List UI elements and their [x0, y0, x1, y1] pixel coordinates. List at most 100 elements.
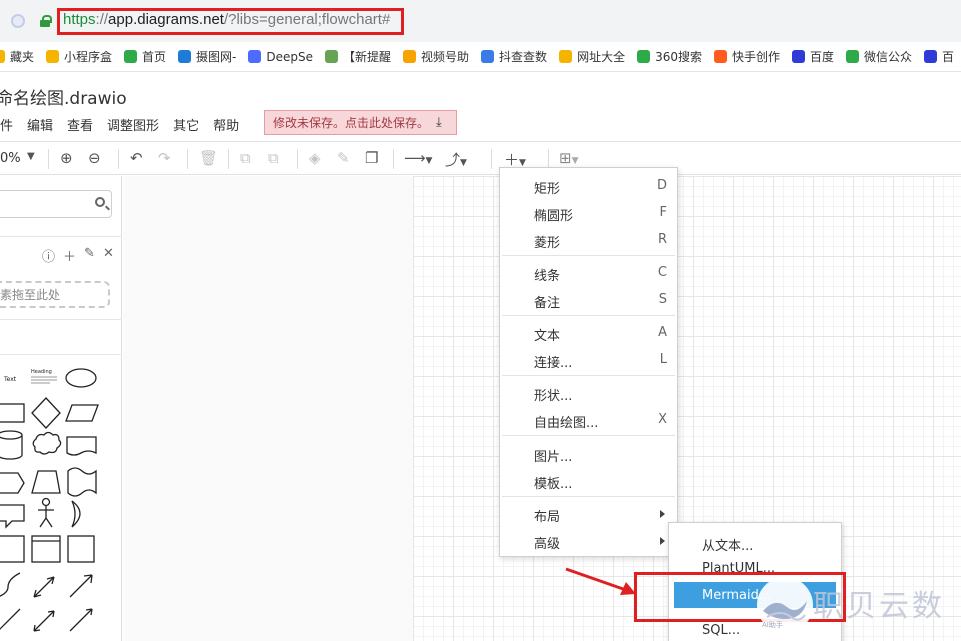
menu-item-note[interactable]: 备注 S — [500, 286, 677, 313]
menu-separator — [502, 255, 675, 256]
bookmark-item[interactable]: 藏夹 — [0, 48, 34, 65]
menu-item-rhombus[interactable]: 菱形 R — [500, 226, 677, 253]
menu-arrange[interactable]: 调整图形 — [107, 115, 159, 134]
step-shape — [0, 472, 25, 494]
menu-separator — [502, 496, 675, 497]
container-shape — [0, 535, 25, 563]
download-icon: ⤓ — [436, 115, 442, 130]
bookmark-favicon-icon — [124, 50, 138, 63]
close-icon[interactable]: ✕ — [103, 246, 114, 265]
zoom-out-icon[interactable]: ⊖ — [88, 149, 101, 167]
menu-help[interactable]: 帮助 — [213, 115, 239, 134]
add-icon[interactable]: ＋ — [63, 246, 76, 265]
url-text[interactable]: https://app.diagrams.net/?libs=general;f… — [63, 11, 390, 28]
bookmark-item[interactable]: 快手创作 — [713, 48, 780, 65]
cloud-shape — [32, 431, 62, 455]
unsaved-changes-button[interactable]: 修改未保存。点击此处保存。 ⤓ — [264, 110, 457, 135]
bookmark-item[interactable]: 微信公众 — [846, 48, 912, 65]
bookmark-label: 快手创作 — [731, 50, 780, 64]
line-color-icon[interactable]: ✎ — [337, 149, 350, 167]
bookmark-label: 藏夹 — [10, 50, 35, 64]
bookmark-label: 网址大全 — [577, 50, 626, 64]
menu-item-rectangle[interactable]: 矩形 D — [500, 172, 677, 199]
shape-search-input[interactable] — [0, 190, 112, 218]
waypoints-icon[interactable]: ⤴▼ — [445, 149, 467, 170]
bookmark-label: 百 — [942, 50, 955, 64]
lock-icon[interactable] — [40, 15, 52, 27]
bookmark-label: 【新提醒 — [343, 50, 392, 64]
to-front-icon[interactable]: ⧉ — [240, 149, 251, 167]
menu-item-link[interactable]: 连接... L — [500, 346, 677, 373]
watermark: 职贝云数 AI助手 — [757, 575, 961, 635]
fill-color-icon[interactable]: ◈ — [309, 149, 321, 167]
scratchpad-tools: ⓘ ＋ ✎ ✕ — [42, 246, 114, 265]
menu-item-freehand[interactable]: 自由绘图... X — [500, 406, 677, 433]
toolbar: 0% ▼ ⊕ ⊖ ↶ ↷ 🗑 ⧉ ⧉ ◈ ✎ ❐ ⟶▼ ⤴▼ ＋▼ ⊞▼ — [0, 141, 961, 175]
divider — [0, 319, 122, 320]
bookmark-label: 视频号助 — [421, 50, 470, 64]
parallelogram-shape — [65, 404, 99, 422]
delete-icon[interactable]: 🗑 — [199, 149, 218, 167]
menu-item-text[interactable]: 文本 A — [500, 319, 677, 346]
zoom-level[interactable]: 0% — [0, 151, 21, 166]
menu-bar: 件 编辑 查看 调整图形 其它 帮助 — [0, 114, 253, 134]
menu-item-line[interactable]: 线条 C — [500, 259, 677, 286]
menu-item-layout[interactable]: 布局 — [500, 500, 677, 527]
bookmark-item[interactable]: 摄图网- — [178, 48, 236, 65]
text-shape: Text — [3, 376, 17, 383]
bookmark-item[interactable]: 小程序盒 — [46, 48, 112, 65]
general-shapes-palette[interactable]: Text Heading — [0, 361, 122, 641]
bookmark-item[interactable]: 首页 — [124, 48, 166, 65]
bookmark-item[interactable]: DeepSe — [248, 50, 313, 64]
menu-file[interactable]: 件 — [0, 115, 13, 134]
bookmark-label: 微信公众 — [864, 50, 913, 64]
edit-icon[interactable]: ✎ — [84, 246, 95, 265]
zoom-dropdown-icon[interactable]: ▼ — [27, 151, 35, 162]
connection-style-icon[interactable]: ⟶▼ — [404, 149, 432, 167]
bookmark-item[interactable]: 网址大全 — [559, 48, 625, 65]
submenu-item-from-text[interactable]: 从文本... — [669, 529, 841, 555]
bookmark-favicon-icon — [46, 50, 60, 63]
bookmark-item[interactable]: 百度 — [792, 48, 834, 65]
menu-extras[interactable]: 其它 — [173, 115, 199, 134]
cylinder-shape — [0, 430, 23, 460]
site-info-icon[interactable] — [11, 14, 25, 28]
bookmark-label: DeepSe — [266, 49, 314, 64]
help-icon[interactable]: ⓘ — [42, 246, 55, 265]
redo-icon[interactable]: ↷ — [158, 149, 171, 167]
menu-item-shapes[interactable]: 形状... — [500, 379, 677, 406]
bookmark-favicon-icon — [792, 50, 805, 63]
bookmark-item[interactable]: 360搜索 — [637, 48, 702, 65]
menu-separator — [502, 435, 675, 436]
scratchpad-drop-zone[interactable]: 素拖至此处 — [0, 281, 110, 308]
to-back-icon[interactable]: ⧉ — [268, 149, 279, 167]
menu-item-image[interactable]: 图片... — [500, 440, 677, 467]
document-title[interactable]: 命名绘图.drawio — [0, 84, 127, 109]
bookmarks-bar: 藏夹 小程序盒 首页 摄图网- DeepSe 【新提醒 视频号助 抖查查数 网址大全 360搜索 快… — [0, 42, 961, 72]
arrow-shape — [69, 574, 93, 598]
bookmark-item[interactable]: 百 — [924, 48, 954, 65]
menu-item-template[interactable]: 模板... — [500, 467, 677, 494]
table-icon[interactable]: ⊞▼ — [559, 149, 579, 167]
shadow-icon[interactable]: ❐ — [365, 149, 378, 167]
watermark-subtext: AI助手 — [762, 621, 783, 629]
undo-icon[interactable]: ↶ — [130, 149, 143, 167]
bookmark-item[interactable]: 视频号助 — [403, 48, 469, 65]
insert-menu: 矩形 D 椭圆形 F 菱形 R 线条 C 备注 S 文本 A 连接... L 形状... 自由… — [499, 167, 678, 557]
annotation-arrow-icon — [565, 567, 636, 595]
menu-view[interactable]: 查看 — [67, 115, 93, 134]
toolbar-separator — [118, 149, 119, 169]
menu-item-advanced[interactable]: 高级 — [500, 527, 677, 554]
divider — [0, 236, 122, 237]
zoom-in-icon[interactable]: ⊕ — [60, 149, 73, 167]
address-bar: https://app.diagrams.net/?libs=general;f… — [0, 0, 961, 42]
bookmark-item[interactable]: 【新提醒 — [325, 48, 391, 65]
bookmark-item[interactable]: 抖查查数 — [481, 48, 547, 65]
rectangle-shape — [0, 403, 25, 423]
bookmark-label: 百度 — [810, 50, 835, 64]
search-icon[interactable] — [95, 197, 105, 207]
line-shape — [0, 608, 21, 630]
menu-item-ellipse[interactable]: 椭圆形 F — [500, 199, 677, 226]
canvas-background — [123, 176, 413, 641]
menu-edit[interactable]: 编辑 — [27, 115, 53, 134]
